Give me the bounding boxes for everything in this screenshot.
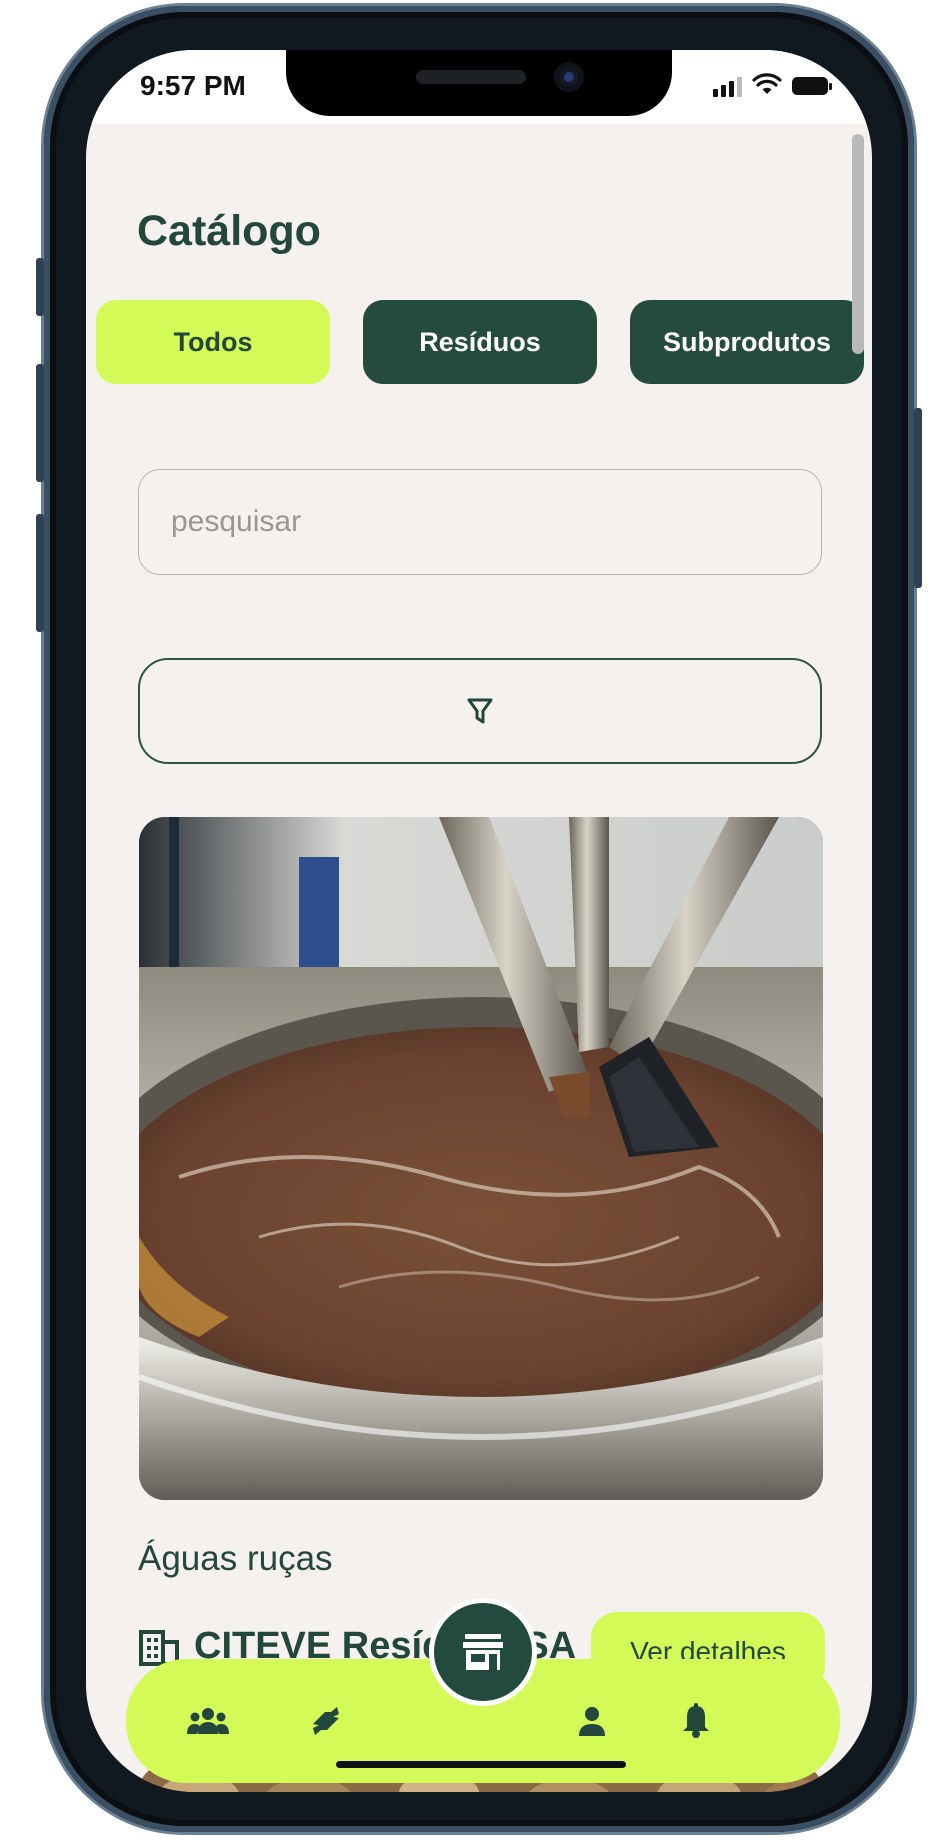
exchange-icon[interactable] — [304, 1701, 348, 1741]
profile-icon[interactable] — [570, 1701, 614, 1741]
mute-switch — [36, 258, 44, 316]
tab-todos[interactable]: Todos — [96, 300, 330, 384]
volume-up-button — [36, 364, 44, 482]
store-icon — [463, 1634, 503, 1670]
status-time: 9:57 PM — [140, 70, 246, 101]
notch — [286, 50, 672, 116]
page-title: Catálogo — [137, 207, 321, 255]
tab-label: Subprodutos — [663, 326, 831, 357]
community-icon[interactable] — [186, 1701, 230, 1741]
status-icons — [713, 72, 832, 99]
search-input[interactable] — [138, 469, 822, 575]
speaker — [416, 70, 526, 84]
store-button[interactable] — [429, 1598, 537, 1706]
tab-subprodutos[interactable]: Subprodutos — [630, 300, 864, 384]
filter-button[interactable] — [138, 658, 822, 764]
tab-label: Todos — [173, 326, 253, 357]
category-tabs: Todos Resíduos Subprodutos — [96, 300, 872, 384]
power-button — [914, 408, 922, 588]
volume-down-button — [36, 514, 44, 632]
screen: 9:57 PM Catálogo Todos Resíduos Subprodu… — [86, 50, 872, 1792]
wifi-icon — [752, 72, 782, 99]
tab-residuos[interactable]: Resíduos — [363, 300, 597, 384]
signal-icon — [713, 75, 742, 97]
home-indicator — [336, 1761, 626, 1768]
filter-icon — [467, 698, 493, 724]
product-title: Águas ruças — [138, 1539, 333, 1578]
tab-label: Resíduos — [419, 326, 541, 357]
scrollbar[interactable] — [852, 134, 864, 354]
product-image[interactable] — [139, 817, 823, 1500]
bell-icon[interactable] — [674, 1701, 718, 1741]
front-camera — [554, 62, 584, 92]
battery-icon — [792, 76, 832, 95]
